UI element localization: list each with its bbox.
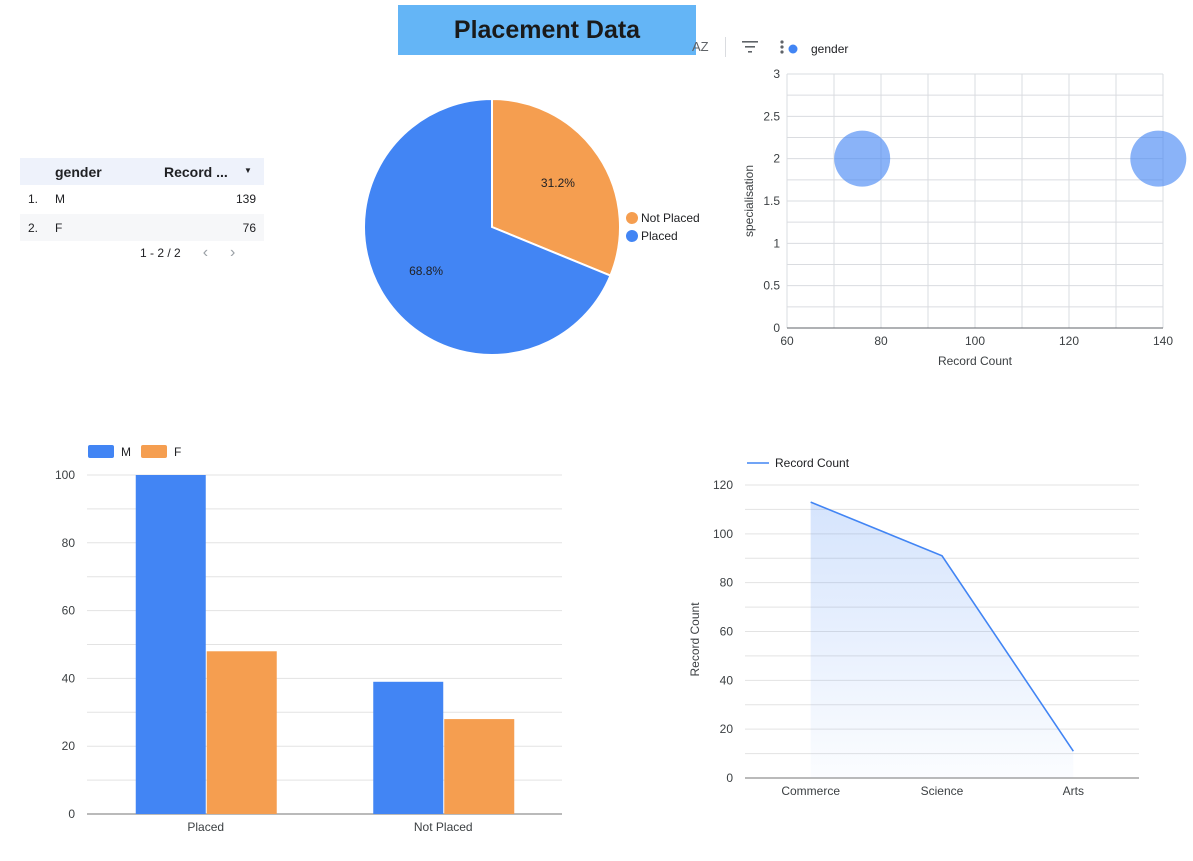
y-tick-label: 60: [720, 625, 734, 639]
row-index: 2.: [28, 221, 39, 235]
y-tick-label: 3: [773, 67, 780, 81]
column-header-record-count[interactable]: Record ...: [164, 164, 228, 180]
row-count: 139: [235, 192, 256, 206]
y-tick-label: 20: [720, 722, 734, 736]
row-index: 1.: [28, 192, 39, 206]
x-tick-label: Science: [921, 784, 964, 798]
y-tick-label: 0: [773, 321, 780, 335]
table-header: gender Record ... ▼: [20, 158, 264, 185]
row-gender: M: [55, 192, 65, 206]
y-tick-label: 40: [720, 673, 734, 687]
x-tick-label: Arts: [1063, 784, 1084, 798]
y-tick-label: 80: [62, 536, 76, 550]
x-tick-label: Commerce: [781, 784, 840, 798]
prev-page-icon[interactable]: ‹: [203, 244, 208, 262]
sort-caret-icon[interactable]: ▼: [244, 166, 252, 175]
x-tick-label: 100: [965, 334, 985, 348]
y-tick-label: 120: [713, 478, 733, 492]
area-chart: 0 20 40 60 80 100 120 Commerce Science Arts Record…: [688, 456, 1139, 798]
legend-label: F: [174, 445, 181, 459]
row-count: 76: [242, 221, 256, 235]
y-tick-label: 2: [773, 152, 780, 166]
legend-swatch: [141, 445, 167, 458]
table-row: 1. M 139: [20, 185, 264, 212]
scatter-chart: 60 80 100 120 140 0 0.5 1 1.5 2 2.5 3 Record Count sp…: [742, 42, 1187, 368]
x-tick-label: 60: [780, 334, 794, 348]
bar-chart: 0 20 40 60 80 100 Placed Not Placed M F: [55, 445, 562, 834]
legend-label: M: [121, 445, 131, 459]
bar: [444, 719, 515, 814]
table-row: 2. F 76: [20, 214, 264, 241]
area-fill: [810, 502, 1074, 778]
legend-label: Not Placed: [641, 211, 700, 225]
next-page-icon[interactable]: ›: [230, 244, 235, 262]
bar: [373, 681, 444, 814]
toolbar-divider: [725, 37, 726, 57]
bar: [135, 475, 206, 814]
report-title-banner: Placement Data: [398, 5, 696, 55]
y-tick-label: 100: [713, 527, 733, 541]
y-tick-label: 40: [62, 671, 76, 685]
scatter-point: [834, 130, 891, 187]
pie-slice-label: 68.8%: [409, 264, 443, 278]
table-pagination: 1 - 2 / 2 ‹ ›: [140, 244, 235, 262]
y-tick-label: 1.5: [763, 194, 780, 208]
bar: [206, 651, 277, 814]
pagination-text: 1 - 2 / 2: [140, 246, 181, 260]
column-header-gender[interactable]: gender: [55, 164, 102, 180]
x-tick-label: 80: [874, 334, 888, 348]
x-axis-title: Record Count: [938, 354, 1013, 368]
x-tick-label: 140: [1153, 334, 1173, 348]
legend-label: Placed: [641, 229, 678, 243]
report-title: Placement Data: [453, 15, 641, 44]
x-tick-label: Not Placed: [414, 820, 473, 834]
y-axis-title: Record Count: [688, 602, 702, 677]
y-tick-label: 0: [68, 807, 75, 821]
sort-az-icon[interactable]: AZ: [692, 39, 709, 54]
pie-chart: 31.2% 68.8% Not Placed Placed: [363, 97, 700, 356]
legend-swatch: [626, 212, 638, 224]
legend-label: Record Count: [775, 456, 850, 470]
y-tick-label: 0: [726, 771, 733, 785]
y-tick-label: 60: [62, 604, 76, 618]
gender-table: gender Record ... ▼ 1. M 139 2. F 76 1 -…: [20, 158, 264, 268]
y-tick-label: 2.5: [763, 109, 780, 123]
y-tick-label: 20: [62, 739, 76, 753]
y-tick-label: 0.5: [763, 279, 780, 293]
legend-swatch: [88, 445, 114, 458]
y-axis-title: specialisation: [742, 165, 756, 237]
legend-label: gender: [811, 42, 848, 56]
x-tick-label: Placed: [187, 820, 224, 834]
scatter-point: [1130, 130, 1187, 187]
legend-swatch: [788, 44, 798, 54]
legend-swatch: [626, 230, 638, 242]
pie-slice-label: 31.2%: [541, 176, 575, 190]
y-tick-label: 100: [55, 468, 75, 482]
y-tick-label: 80: [720, 576, 734, 590]
y-tick-label: 1: [773, 236, 780, 250]
row-gender: F: [55, 221, 63, 235]
x-tick-label: 120: [1059, 334, 1079, 348]
